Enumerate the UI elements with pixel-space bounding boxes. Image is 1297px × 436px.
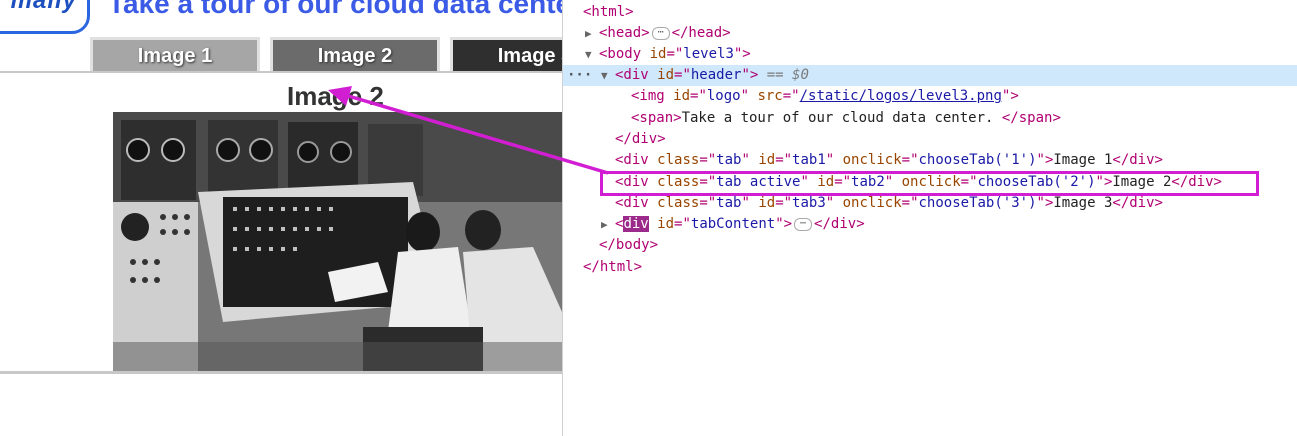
more-options-icon[interactable]: ···: [567, 65, 592, 86]
collapse-arrow-icon[interactable]: ▼: [601, 65, 615, 86]
html-open-tag: <html>: [583, 4, 634, 20]
expand-arrow-icon[interactable]: ▶: [585, 23, 599, 44]
tree-line-html[interactable]: <html>: [563, 2, 1297, 23]
tab-image-3[interactable]: Image 3: [450, 37, 562, 71]
tree-line-span[interactable]: <span>Take a tour of our cloud data cent…: [563, 108, 1297, 129]
devtools-elements-panel: <html> ▶ <head> ⋯ </head> ▼ <body id="level3…: [562, 0, 1297, 436]
tree-line-body-close[interactable]: </body>: [563, 235, 1297, 256]
expand-arrow-icon[interactable]: ▶: [601, 214, 615, 235]
ellipsis-icon[interactable]: ⋯: [651, 26, 670, 40]
computer-room-photo: [113, 112, 562, 371]
header-text: Take a tour of our cloud data center.: [108, 0, 562, 19]
collapse-arrow-icon[interactable]: ▼: [585, 44, 599, 65]
tree-line-body[interactable]: ▼ <body id="level3">: [563, 44, 1297, 65]
content-title: Image 2: [287, 81, 384, 111]
tree-line-html-close[interactable]: </html>: [563, 257, 1297, 278]
tab-divider: [0, 71, 562, 73]
tab-photo: [113, 112, 562, 371]
tree-line-header-selected[interactable]: ··· ▼ <div id="header"> == $0: [563, 65, 1297, 86]
tree-line-header-close[interactable]: </div>: [563, 129, 1297, 150]
tree-line-tabcontent[interactable]: ▶ <div id="tabContent"> ⋯ </div>: [563, 214, 1297, 235]
logo-text: maily: [10, 0, 77, 14]
tree-line-tab1[interactable]: <div class="tab" id="tab1" onclick="choo…: [563, 150, 1297, 171]
annotation-highlight-box: [600, 171, 1259, 196]
content-divider: [0, 371, 562, 374]
page-preview: maily Take a tour of our cloud data cent…: [0, 0, 562, 436]
img-src-link[interactable]: /static/logos/level3.png: [800, 88, 1002, 104]
tree-line-tab3[interactable]: <div class="tab" id="tab3" onclick="choo…: [563, 193, 1297, 214]
tree-line-head[interactable]: ▶ <head> ⋯ </head>: [563, 23, 1297, 44]
tab-image-1[interactable]: Image 1: [90, 37, 260, 71]
selected-node-marker: == $0: [766, 67, 809, 83]
ellipsis-icon[interactable]: ⋯: [794, 217, 813, 231]
tab-image-2[interactable]: Image 2: [270, 37, 440, 71]
tree-line-img[interactable]: <img id="logo" src="/static/logos/level3…: [563, 86, 1297, 107]
site-logo: maily: [0, 0, 90, 34]
